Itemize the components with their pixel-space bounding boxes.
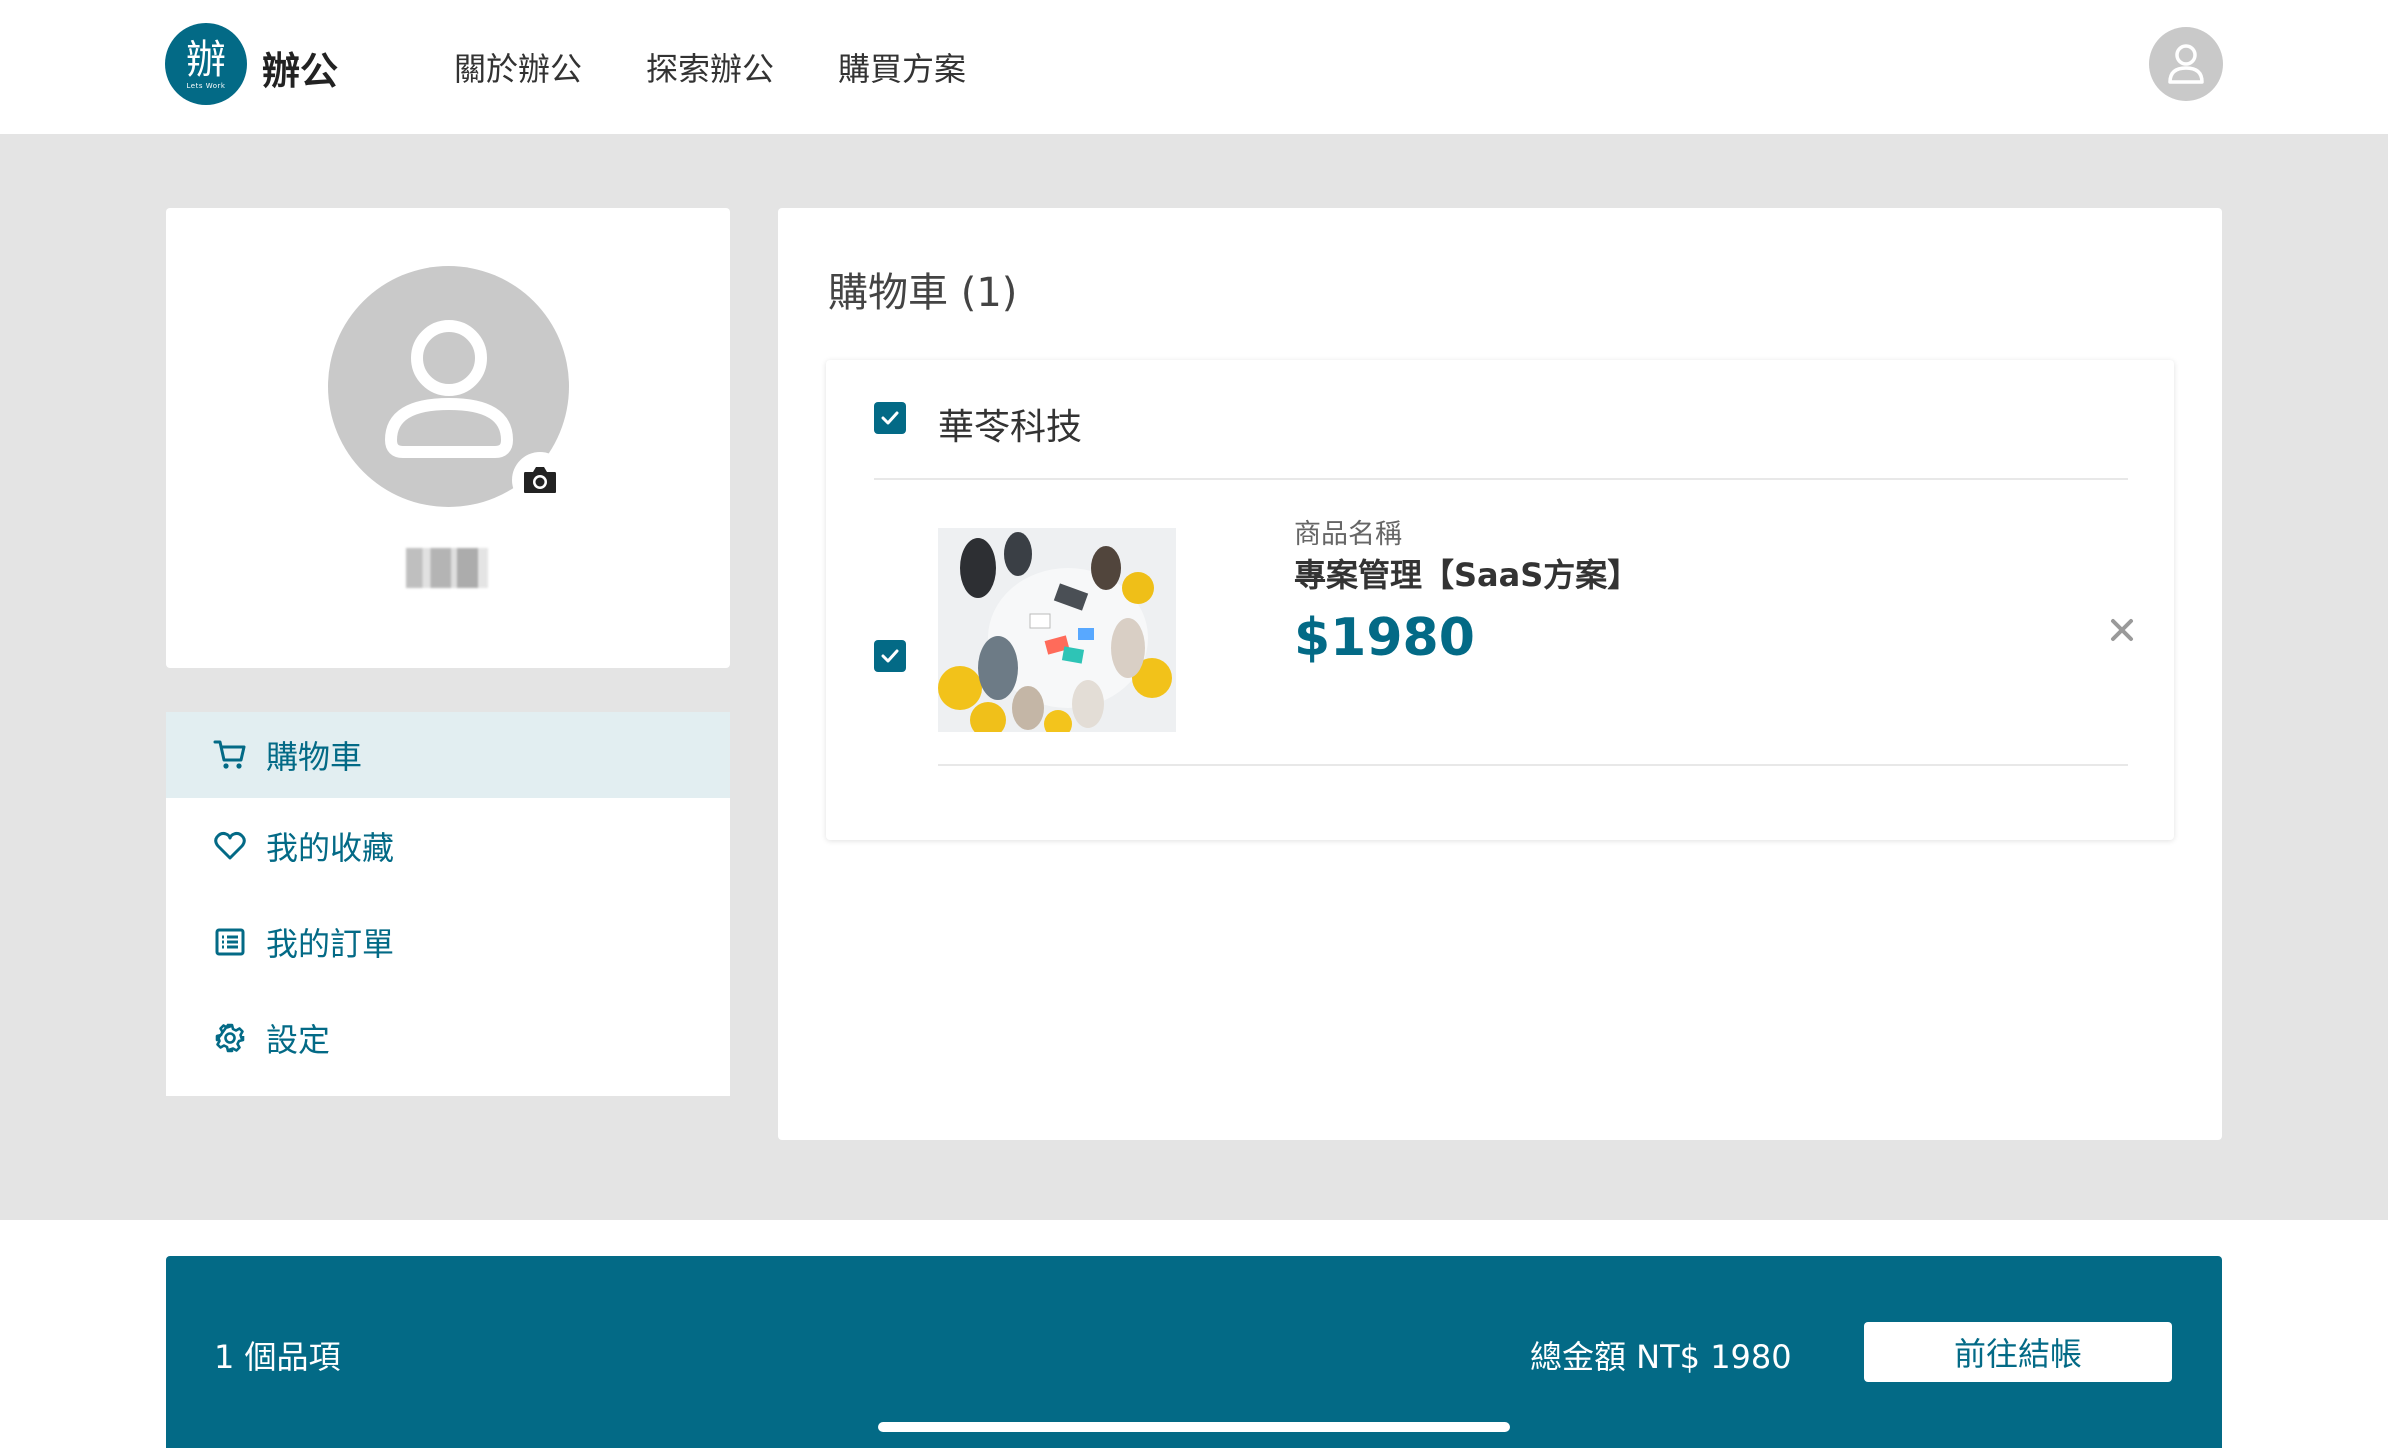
divider: [874, 478, 2128, 480]
top-header: 辦 Lets Work 辦公 關於辦公 探索辦公 購買方案: [0, 0, 2388, 134]
change-photo-button[interactable]: [512, 452, 568, 508]
menu-item-orders[interactable]: 我的訂單: [166, 894, 730, 990]
home-indicator: [878, 1422, 1510, 1432]
product-price: $1980: [1294, 608, 1475, 668]
check-icon: [881, 411, 899, 425]
cart-icon: [212, 737, 248, 773]
menu-item-label: 購物車: [266, 738, 363, 776]
remove-item-button[interactable]: [2102, 610, 2142, 650]
blurred-username: [406, 548, 488, 588]
close-icon: [2111, 619, 2133, 641]
vendor-checkbox[interactable]: [874, 402, 906, 434]
menu-item-favorites[interactable]: 我的收藏: [166, 798, 730, 894]
account-side-menu: 購物車 我的收藏 我的訂單 設定: [166, 712, 730, 1096]
main-nav: 關於辦公 探索辦公 購買方案: [454, 44, 966, 90]
product-name[interactable]: 專案管理【SaaS方案】: [1294, 550, 1639, 596]
menu-item-cart[interactable]: 購物車: [166, 712, 730, 798]
nav-explore[interactable]: 探索辦公: [646, 44, 774, 90]
user-icon: [384, 319, 513, 458]
checkout-button[interactable]: 前往結帳: [1864, 1322, 2172, 1382]
menu-item-label: 設定: [266, 1021, 331, 1059]
profile-card: [166, 208, 730, 668]
user-icon: [2168, 44, 2204, 84]
menu-item-label: 我的收藏: [266, 829, 395, 867]
nav-about[interactable]: 關於辦公: [454, 44, 582, 90]
logo-tagline: Lets Work: [186, 82, 226, 90]
vendor-group: 華苓科技 商品名稱 專案管理【SaaS方案】 $1980: [826, 360, 2174, 840]
brand-name[interactable]: 辦公: [262, 40, 338, 95]
vendor-name: 華苓科技: [938, 407, 1083, 448]
camera-icon: [524, 467, 556, 493]
user-avatar-button[interactable]: [2149, 27, 2223, 101]
menu-item-settings[interactable]: 設定: [166, 990, 730, 1086]
divider: [938, 764, 2128, 766]
brand-logo[interactable]: 辦 Lets Work: [165, 23, 247, 105]
product-label: 商品名稱: [1294, 519, 1402, 550]
checkout-bar: 1 個品項 總金額 NT$ 1980 前往結帳: [166, 1256, 2222, 1448]
heart-icon: [212, 828, 248, 864]
check-icon: [881, 649, 899, 663]
gear-icon: [212, 1020, 248, 1056]
nav-pricing[interactable]: 購買方案: [838, 44, 966, 90]
menu-item-label: 我的訂單: [266, 925, 395, 963]
total-amount: 總金額 NT$ 1980: [1530, 1338, 1792, 1376]
cart-title: 購物車 (1): [828, 270, 1018, 316]
list-icon: [212, 924, 248, 960]
product-image[interactable]: [938, 528, 1176, 732]
cart-panel: 購物車 (1) 華苓科技 商品名稱 專案管理【SaaS方案】 $1980: [778, 208, 2222, 1140]
logo-glyph: 辦: [186, 37, 226, 83]
item-count: 1 個品項: [214, 1338, 341, 1376]
item-checkbox[interactable]: [874, 640, 906, 672]
